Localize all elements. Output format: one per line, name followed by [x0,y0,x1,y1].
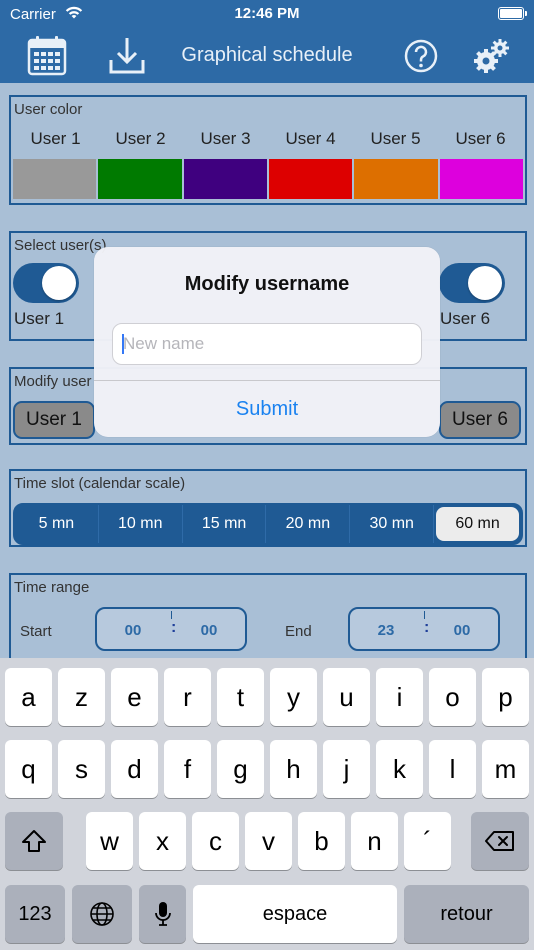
segment-60mn[interactable]: 60 mn [436,507,519,541]
return-key[interactable]: retour [404,885,529,943]
section-label: User color [14,101,83,118]
settings-icon[interactable] [472,36,512,81]
microphone-key[interactable] [139,885,186,943]
color-swatch-user-3[interactable] [183,159,267,199]
key-accent[interactable]: ´ [404,812,451,870]
shift-icon [22,830,46,852]
microphone-icon [154,902,171,926]
key-s[interactable]: s [58,740,105,798]
nav-bar: Graphical schedule [0,30,534,83]
toggle-label: User 6 [440,309,491,328]
key-g[interactable]: g [217,740,264,798]
submit-button[interactable]: Submit [94,381,440,437]
status-time: 12:46 PM [234,5,300,22]
globe-key[interactable] [72,885,132,943]
time-separator: : [171,619,177,636]
end-label: End [285,623,312,640]
key-k[interactable]: k [376,740,423,798]
user-name: User 2 [115,129,166,148]
text-caret [122,334,124,354]
new-name-input[interactable] [112,323,422,365]
numbers-key[interactable]: 123 [5,885,65,943]
start-label: Start [20,623,52,640]
globe-icon [90,902,114,926]
end-time-picker[interactable]: 23 : 00 [348,607,500,651]
key-b[interactable]: b [298,812,345,870]
time-slot-section: Time slot (calendar scale) 5 mn 10 mn 15… [9,469,527,547]
key-p[interactable]: p [482,668,529,726]
modify-username-dialog: Modify username Submit [94,247,440,437]
key-f[interactable]: f [164,740,211,798]
dialog-title: Modify username [184,273,350,295]
key-z[interactable]: z [58,668,105,726]
modify-user-1-button[interactable]: User 1 [13,401,95,439]
key-e[interactable]: e [111,668,158,726]
picker-divider [424,611,425,619]
modify-user-6-button[interactable]: User 6 [439,401,521,439]
user-color-section: User color User 1 User 2 User 3 User 4 U… [9,95,527,205]
user-1-toggle[interactable] [13,263,79,303]
key-n[interactable]: n [351,812,398,870]
key-o[interactable]: o [429,668,476,726]
start-hour[interactable]: 00 [103,622,163,639]
segment-20mn[interactable]: 20 mn [266,505,351,543]
color-swatch-row [13,159,523,199]
color-swatch-user-5[interactable] [354,159,438,199]
color-swatch-user-2[interactable] [98,159,182,199]
color-swatch-user-1[interactable] [13,159,97,199]
section-label: Time slot (calendar scale) [14,475,186,492]
key-v[interactable]: v [245,812,292,870]
key-j[interactable]: j [323,740,370,798]
status-bar: Carrier 12:46 PM [0,0,534,30]
delete-key[interactable] [471,812,529,870]
start-minute[interactable]: 00 [179,622,239,639]
segment-5mn[interactable]: 5 mn [15,505,99,543]
user-6-toggle[interactable] [439,263,505,303]
key-y[interactable]: y [270,668,317,726]
toggle-label: User 1 [14,309,65,328]
space-key[interactable]: espace [193,885,397,943]
key-a[interactable]: a [5,668,52,726]
user-name: User 3 [200,129,251,148]
key-t[interactable]: t [217,668,264,726]
user-name: User 4 [285,129,336,148]
user-name: User 5 [370,129,421,148]
user-name: User 6 [455,129,506,148]
key-l[interactable]: l [429,740,476,798]
key-h[interactable]: h [270,740,317,798]
segment-30mn[interactable]: 30 mn [350,505,435,543]
key-u[interactable]: u [323,668,370,726]
user-name-row: User 1 User 2 User 3 User 4 User 5 User … [13,129,523,149]
key-r[interactable]: r [164,668,211,726]
picker-divider [171,611,172,619]
start-time-picker[interactable]: 00 : 00 [95,607,247,651]
key-x[interactable]: x [139,812,186,870]
time-range-section: Time range Start 00 : 00 End 23 : 00 [9,573,527,658]
section-label: Select user(s) [14,237,107,254]
end-minute[interactable]: 00 [432,622,492,639]
segment-15mn[interactable]: 15 mn [183,505,267,543]
keyboard: a z e r t y u i o p q s d f g h j k l m … [0,658,534,950]
shift-key[interactable] [5,812,63,870]
backspace-icon [485,831,514,851]
section-label: Time range [14,579,90,596]
segment-10mn[interactable]: 10 mn [99,505,183,543]
page-title: Graphical schedule [181,44,353,66]
section-label: Modify user [14,373,92,390]
color-swatch-user-6[interactable] [439,159,523,199]
battery-icon [498,7,527,20]
help-icon[interactable] [403,38,439,79]
time-separator: : [424,619,430,636]
user-name: User 1 [30,129,81,148]
end-hour[interactable]: 23 [356,622,416,639]
key-q[interactable]: q [5,740,52,798]
color-swatch-user-4[interactable] [268,159,353,199]
key-d[interactable]: d [111,740,158,798]
key-w[interactable]: w [86,812,133,870]
key-c[interactable]: c [192,812,239,870]
key-i[interactable]: i [376,668,423,726]
key-m[interactable]: m [482,740,529,798]
time-slot-segmented-control: 5 mn 10 mn 15 mn 20 mn 30 mn 60 mn [13,503,523,545]
